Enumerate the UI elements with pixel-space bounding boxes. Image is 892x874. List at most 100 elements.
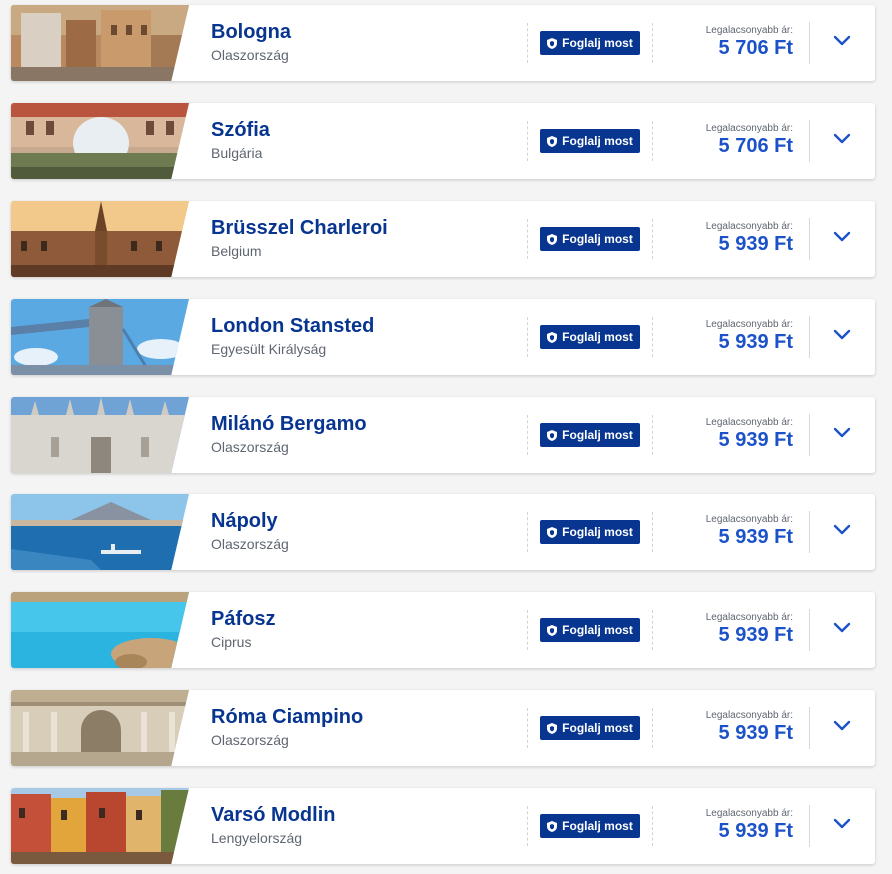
expand-button[interactable] [823,810,861,842]
chevron-down-icon [833,230,851,248]
price-label: Legalacsonyabb ár: [705,319,793,330]
destination-city[interactable]: Bologna [211,21,291,44]
divider [809,805,810,847]
divider [527,610,528,650]
shield-icon [547,331,558,343]
divider [652,806,653,846]
divider [809,707,810,749]
divider [527,708,528,748]
expand-button[interactable] [823,614,861,646]
book-now-label: Foglalj most [562,134,633,148]
book-now-button[interactable]: Foglalj most [540,520,640,544]
divider [652,708,653,748]
divider [652,317,653,357]
lowest-price: 5 939 Ft [718,526,793,548]
shield-icon [547,526,558,538]
chevron-down-icon [833,328,851,346]
divider [809,316,810,358]
price-label: Legalacsonyabb ár: [705,514,793,525]
destination-card: London Stansted Egyesült Királyság Fogla… [11,299,875,375]
book-now-label: Foglalj most [562,819,633,833]
expand-button[interactable] [823,125,861,157]
book-now-button[interactable]: Foglalj most [540,618,640,642]
price-label: Legalacsonyabb ár: [705,417,793,428]
divider [809,511,810,553]
divider [527,219,528,259]
destination-country: Olaszország [211,47,289,63]
destination-image [11,690,189,766]
book-now-button[interactable]: Foglalj most [540,423,640,447]
destination-country: Ciprus [211,634,252,650]
destination-country: Olaszország [211,536,289,552]
price-label: Legalacsonyabb ár: [705,123,793,134]
price-label: Legalacsonyabb ár: [705,221,793,232]
divider [652,512,653,552]
book-now-label: Foglalj most [562,525,633,539]
book-now-label: Foglalj most [562,330,633,344]
chevron-down-icon [833,621,851,639]
divider [809,609,810,651]
book-now-button[interactable]: Foglalj most [540,814,640,838]
divider [652,219,653,259]
divider [809,414,810,456]
destination-image [11,5,189,81]
shield-icon [547,135,558,147]
destination-city[interactable]: Varsó Modlin [211,804,335,827]
book-now-button[interactable]: Foglalj most [540,325,640,349]
destination-image [11,397,189,473]
destination-list: Bologna Olaszország Foglalj most Legalac… [0,0,892,874]
divider [527,806,528,846]
destination-image [11,788,189,864]
book-now-button[interactable]: Foglalj most [540,129,640,153]
destination-city[interactable]: Róma Ciampino [211,706,363,729]
divider [527,23,528,63]
chevron-down-icon [833,817,851,835]
lowest-price: 5 939 Ft [718,722,793,744]
destination-card: Milánó Bergamo Olaszország Foglalj most … [11,397,875,473]
shield-icon [547,429,558,441]
expand-button[interactable] [823,419,861,451]
lowest-price: 5 706 Ft [718,135,793,157]
expand-button[interactable] [823,516,861,548]
expand-button[interactable] [823,712,861,744]
book-now-label: Foglalj most [562,721,633,735]
destination-city[interactable]: Nápoly [211,510,278,533]
book-now-label: Foglalj most [562,232,633,246]
divider [809,218,810,260]
book-now-button[interactable]: Foglalj most [540,227,640,251]
destination-card: Páfosz Ciprus Foglalj most Legalacsonyab… [11,592,875,668]
destination-card: Róma Ciampino Olaszország Foglalj most L… [11,690,875,766]
chevron-down-icon [833,132,851,150]
destination-city[interactable]: London Stansted [211,315,374,338]
divider [652,121,653,161]
shield-icon [547,37,558,49]
book-now-button[interactable]: Foglalj most [540,716,640,740]
expand-button[interactable] [823,27,861,59]
destination-city[interactable]: Páfosz [211,608,275,631]
book-now-button[interactable]: Foglalj most [540,31,640,55]
destination-card: Varsó Modlin Lengyelország Foglalj most … [11,788,875,864]
lowest-price: 5 939 Ft [718,233,793,255]
expand-button[interactable] [823,223,861,255]
destination-image [11,103,189,179]
destination-card: Brüsszel Charleroi Belgium Foglalj most … [11,201,875,277]
destination-country: Belgium [211,243,262,259]
book-now-label: Foglalj most [562,623,633,637]
destination-city[interactable]: Milánó Bergamo [211,413,367,436]
divider [527,317,528,357]
divider [652,23,653,63]
destination-country: Olaszország [211,439,289,455]
destination-country: Lengyelország [211,830,303,846]
shield-icon [547,233,558,245]
destination-image [11,592,189,668]
shield-icon [547,722,558,734]
price-label: Legalacsonyabb ár: [705,710,793,721]
expand-button[interactable] [823,321,861,353]
price-label: Legalacsonyabb ár: [705,25,793,36]
price-label: Legalacsonyabb ár: [705,808,793,819]
chevron-down-icon [833,426,851,444]
divider [527,512,528,552]
destination-city[interactable]: Szófia [211,119,270,142]
destination-city[interactable]: Brüsszel Charleroi [211,217,388,240]
destination-country: Egyesült Királyság [211,341,327,357]
